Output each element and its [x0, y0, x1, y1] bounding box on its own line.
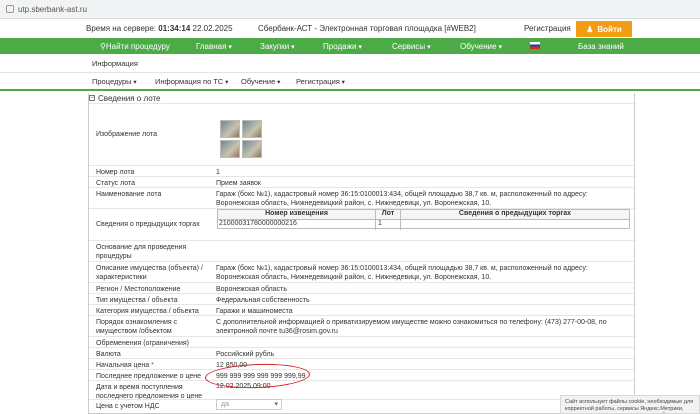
register-link[interactable]: Регистрация: [524, 24, 571, 33]
start-price-row: Начальная цена * 12 850,00: [89, 358, 636, 369]
lot-name-label: Наименование лота: [96, 191, 162, 198]
main-nav: ⚲ Найти процедуру Главная Закупки Продаж…: [0, 38, 700, 54]
login-button[interactable]: ♟ Войти: [576, 21, 632, 37]
section-title: Сведения о лоте: [98, 93, 161, 103]
login-label: Войти: [597, 24, 622, 34]
lot-photo-thumbnail[interactable]: [242, 120, 262, 138]
lot-image-row: Изображение лота: [89, 103, 636, 165]
russian-flag-icon[interactable]: [530, 42, 540, 49]
prev-auctions-table: Номер извещения Лот Сведения о предыдущи…: [217, 209, 630, 230]
vat-row: Цена с учетом НДС: [89, 399, 636, 414]
basis-row: Основание для проведения процедуры: [89, 240, 636, 261]
server-time: Время на сервере: 01:34:14 22.02.2025: [86, 24, 233, 33]
site-title: Сбербанк-АСТ - Электронная торговая площ…: [258, 24, 476, 33]
address-bar[interactable]: utp.sberbank-ast.ru: [0, 0, 700, 19]
vat-select[interactable]: да: [216, 399, 282, 410]
currency-row: Валюта Российский рубль: [89, 347, 636, 358]
lot-number-row: Номер лота 1: [89, 165, 636, 176]
encumbrance-row: Обременения (ограничения): [89, 336, 636, 347]
user-icon: ♟: [586, 24, 594, 34]
collapse-icon[interactable]: −: [89, 95, 95, 101]
server-date-value: 22.02.2025: [192, 24, 233, 33]
subnav-training[interactable]: Обучение: [241, 77, 280, 86]
nav-main[interactable]: Главная: [196, 42, 232, 51]
cell-notice-number: 21000031780000000216: [218, 220, 376, 230]
server-time-label: Время на сервере:: [86, 24, 157, 33]
cell-lot: 1: [376, 220, 401, 230]
sub-nav-info: Информация: [0, 54, 700, 73]
nav-knowledge-base[interactable]: База знаний: [578, 42, 624, 51]
find-procedure-link[interactable]: ⚲ Найти процедуру: [100, 42, 170, 51]
category-row: Категория имущества / объекта Гаражи и м…: [89, 304, 636, 315]
lot-photo-thumbnail[interactable]: [220, 120, 240, 138]
nav-services[interactable]: Сервисы: [392, 42, 431, 51]
top-bar: Время на сервере: 01:34:14 22.02.2025 Сб…: [0, 19, 700, 38]
subnav-info-ts[interactable]: Информация по ТС: [155, 77, 228, 86]
info-link[interactable]: Информация: [92, 59, 138, 68]
col-lot: Лот: [376, 210, 401, 219]
inspection-row: Порядок ознакомления с имуществом /объек…: [89, 315, 636, 336]
nav-sales[interactable]: Продажи: [323, 42, 362, 51]
description-label: Описание имущества (объекта) / характери…: [96, 265, 203, 281]
server-time-value: 01:34:14: [158, 24, 191, 33]
lot-details-panel: − Сведения о лоте Изображение лота Номер…: [88, 93, 636, 414]
subnav-procedures[interactable]: Процедуры: [92, 77, 137, 86]
subnav-registration[interactable]: Регистрация: [296, 77, 345, 86]
find-label: Найти процедуру: [105, 41, 170, 51]
col-notice-number: Номер извещения: [218, 210, 376, 219]
required-marker: *: [151, 362, 154, 369]
col-prev-info: Сведения о предыдущих торгах: [458, 210, 572, 217]
cookie-notice[interactable]: Сайт использует файлы cookie, необходимы…: [560, 395, 700, 414]
lot-image-gallery: [220, 120, 262, 158]
cell-prev-info: [401, 220, 629, 230]
inspection-value: С дополнительной информацией о приватизи…: [216, 319, 607, 335]
inspection-label: Порядок ознакомления с имуществом /объек…: [96, 319, 178, 335]
section-header[interactable]: − Сведения о лоте: [89, 93, 161, 103]
start-price-label-text: Начальная цена: [96, 362, 150, 369]
description-row: Описание имущества (объекта) / характери…: [89, 261, 636, 282]
lock-icon: [6, 5, 14, 13]
nav-training[interactable]: Обучение: [460, 42, 502, 51]
lot-name-value: Гараж (бокс №1), кадастровый номер 36:15…: [216, 191, 588, 207]
table-header: Номер извещения Лот Сведения о предыдущи…: [218, 210, 629, 220]
receipt-row: Дата и время поступления последнего пред…: [89, 380, 636, 400]
table-row: 21000031780000000216 1: [218, 220, 629, 230]
lot-photo-thumbnail[interactable]: [220, 140, 240, 158]
lot-status-row: Статус лота Прием заявок: [89, 176, 636, 187]
nav-purchases[interactable]: Закупки: [260, 42, 295, 51]
prev-auctions-label: Сведения о предыдущих торгах: [96, 221, 200, 228]
description-value: Гараж (бокс №1), кадастровый номер 36:15…: [216, 265, 588, 281]
sub-nav: Процедуры Информация по ТС Обучение Реги…: [0, 73, 700, 91]
property-type-row: Тип имущества / объекта Федеральная собс…: [89, 293, 636, 304]
last-offer-row: Последнее предложение о цене 999 999 999…: [89, 369, 636, 380]
region-row: Регион / Местоположение Воронежская обла…: [89, 282, 636, 293]
url-text[interactable]: utp.sberbank-ast.ru: [18, 5, 87, 14]
lot-image-label: Изображение лота: [96, 131, 157, 138]
lot-photo-thumbnail[interactable]: [242, 140, 262, 158]
basis-label: Основание для проведения процедуры: [96, 244, 187, 260]
vat-label: Цена с учетом НДС: [96, 403, 160, 410]
lot-name-row: Наименование лота Гараж (бокс №1), кадас…: [89, 187, 636, 208]
